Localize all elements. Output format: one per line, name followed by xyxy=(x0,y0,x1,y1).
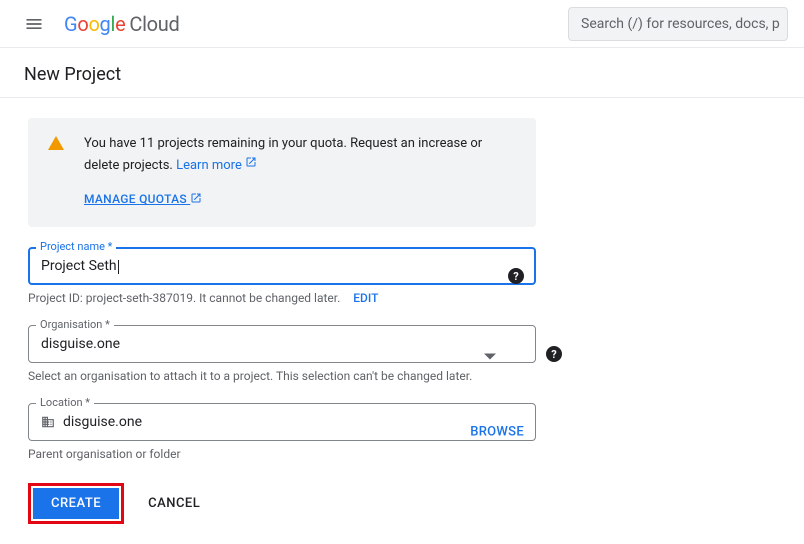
organisation-label: Organisation * xyxy=(36,318,114,331)
create-button[interactable]: CREATE xyxy=(33,488,119,519)
project-id-hint: Project ID: project-seth-387019. It cann… xyxy=(28,291,536,305)
hamburger-icon xyxy=(24,14,44,34)
search-input[interactable]: Search (/) for resources, docs, p xyxy=(568,7,788,41)
quota-notice: You have 11 projects remaining in your q… xyxy=(28,118,536,227)
organisation-field: Organisation * disguise.one ? Select an … xyxy=(28,325,536,383)
help-icon[interactable]: ? xyxy=(546,346,562,362)
help-icon[interactable]: ? xyxy=(508,268,524,284)
chevron-down-icon xyxy=(484,345,496,364)
browse-button[interactable]: BROWSE xyxy=(470,425,524,440)
manage-quotas-link[interactable]: MANAGE QUOTAS xyxy=(84,190,202,209)
logo: Google Cloud xyxy=(64,12,179,36)
organisation-icon xyxy=(41,415,55,429)
logo-suffix: Cloud xyxy=(129,12,179,36)
menu-button[interactable] xyxy=(16,6,52,42)
location-label: Location * xyxy=(36,396,94,409)
external-link-icon xyxy=(245,155,257,176)
project-name-label: Project name * xyxy=(36,240,116,253)
location-input[interactable]: disguise.one xyxy=(28,403,536,441)
warning-icon xyxy=(48,136,64,150)
cancel-button[interactable]: CANCEL xyxy=(148,496,200,511)
edit-project-id[interactable]: EDIT xyxy=(353,291,378,305)
notice-text: You have 11 projects remaining in your q… xyxy=(84,136,482,173)
page-title: New Project xyxy=(0,48,804,98)
external-link-icon xyxy=(190,191,202,210)
organisation-hint: Select an organisation to attach it to a… xyxy=(28,369,536,383)
create-highlight: CREATE xyxy=(28,483,124,524)
location-field: Location * disguise.one BROWSE Parent or… xyxy=(28,403,536,461)
location-hint: Parent organisation or folder xyxy=(28,447,536,461)
project-name-field: Project name * Project Seth ? Project ID… xyxy=(28,247,536,305)
learn-more-link[interactable]: Learn more xyxy=(176,158,257,173)
